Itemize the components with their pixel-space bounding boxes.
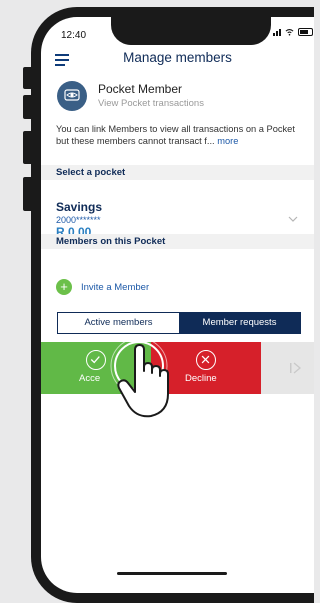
pocket-eye-icon (57, 81, 87, 111)
info-description: You can link Members to view all transac… (56, 123, 308, 147)
chevron-down-icon[interactable] (288, 214, 298, 224)
volume-up-button (23, 95, 31, 119)
notch (111, 17, 271, 45)
page-title: Manage members (123, 50, 232, 65)
pocket-member-title: Pocket Member (98, 82, 183, 96)
next-icon[interactable] (289, 362, 303, 374)
signal-icon (273, 28, 281, 36)
info-text: You can link Members to view all transac… (56, 124, 295, 146)
wifi-icon (285, 28, 294, 36)
accept-label: Acce (79, 373, 101, 384)
members-heading: Members on this Pocket (41, 234, 314, 249)
more-link[interactable]: more (217, 136, 238, 146)
home-indicator (117, 572, 227, 575)
member-request-row[interactable] (261, 342, 314, 394)
selected-pocket-name: Savings (56, 200, 103, 214)
battery-icon (298, 28, 313, 36)
invite-member-label: Invite a Member (81, 282, 150, 293)
tap-gesture-hand-icon (110, 338, 169, 418)
volume-down-button (23, 131, 31, 164)
tab-member-requests[interactable]: Member requests (179, 313, 300, 333)
app-screen: 12:40 Manage members Pocket Member View … (41, 17, 314, 593)
close-icon (196, 350, 216, 370)
pocket-member-subtitle: View Pocket transactions (98, 98, 204, 109)
select-pocket-heading: Select a pocket (41, 165, 314, 180)
power-button (23, 177, 31, 211)
add-icon: + (56, 279, 72, 295)
pocket-member-row[interactable]: Pocket Member View Pocket transactions (41, 77, 314, 121)
members-tab-bar: Active members Member requests (57, 312, 301, 334)
mute-switch (23, 67, 31, 89)
status-icons (273, 28, 313, 36)
app-header: Manage members (41, 47, 314, 73)
tab-active-members[interactable]: Active members (58, 313, 179, 333)
account-number: 2000******* (56, 215, 101, 225)
status-time: 12:40 (61, 30, 87, 41)
